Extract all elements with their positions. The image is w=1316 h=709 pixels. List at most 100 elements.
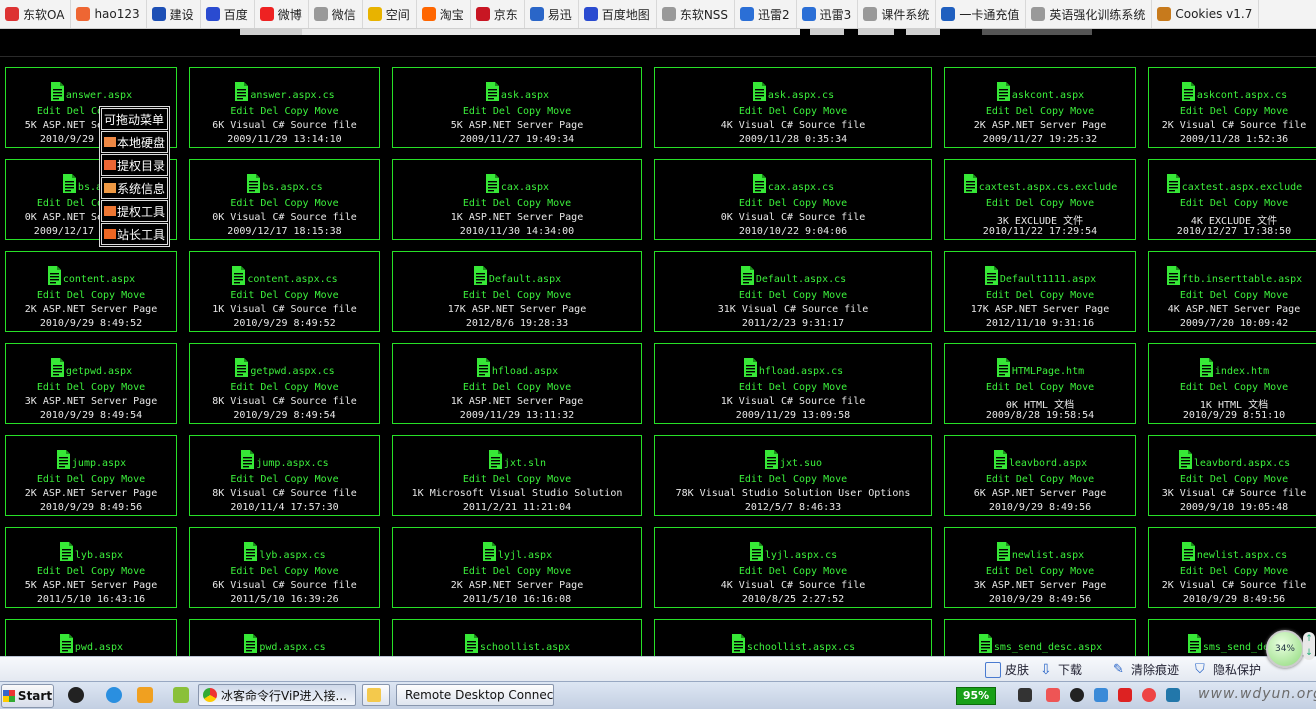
- file-name[interactable]: newlist.aspx: [1012, 550, 1084, 562]
- file-tile[interactable]: lyb.aspx.cs Edit Del Copy Move 6K Visual C…: [189, 527, 380, 608]
- file-tile[interactable]: askcont.aspx Edit Del Copy Move 2K ASP.NET…: [944, 67, 1136, 148]
- file-actions[interactable]: Edit Del Copy Move: [945, 382, 1135, 393]
- file-tile[interactable]: lyb.aspx Edit Del Copy Move 5K ASP.NET Ser…: [5, 527, 177, 608]
- file-tile[interactable]: newlist.aspx.cs Edit Del Copy Move 2K Visu…: [1148, 527, 1316, 608]
- bookmark-item[interactable]: 迅雷3: [797, 0, 859, 28]
- file-name[interactable]: content.aspx: [63, 274, 135, 286]
- file-name[interactable]: sms_send_desc.aspx: [994, 642, 1102, 654]
- bookmark-item[interactable]: 百度: [201, 0, 255, 28]
- file-name[interactable]: Default.aspx: [489, 274, 561, 286]
- file-name[interactable]: bs.aspx.cs: [262, 182, 322, 194]
- k-tray-icon[interactable]: [1166, 688, 1180, 702]
- file-tile[interactable]: bs.aspx.cs Edit Del Copy Move 0K Visual C#…: [189, 159, 380, 240]
- file-name[interactable]: pwd.aspx: [75, 642, 123, 654]
- weibo-tray-icon[interactable]: [1142, 688, 1156, 702]
- bookmark-item[interactable]: 空间: [363, 0, 417, 28]
- menu-item[interactable]: 系统信息: [101, 177, 168, 199]
- file-actions[interactable]: Edit Del Copy Move: [655, 566, 931, 577]
- file-tile[interactable]: schoollist.aspx.csEdit Del Copy Move: [654, 619, 932, 656]
- file-tile[interactable]: jump.aspx.cs Edit Del Copy Move 8K Visual …: [189, 435, 380, 516]
- bookmark-item[interactable]: 百度地图: [579, 0, 657, 28]
- file-actions[interactable]: Edit Del Copy Move: [190, 198, 379, 209]
- file-actions[interactable]: Edit Del Copy Move: [1149, 474, 1316, 485]
- antivirus-icon[interactable]: [1118, 688, 1132, 702]
- file-actions[interactable]: Edit Del Copy Move: [190, 106, 379, 117]
- bookmark-item[interactable]: 易迅: [525, 0, 579, 28]
- file-name[interactable]: leavbord.aspx.cs: [1194, 458, 1290, 470]
- file-tile[interactable]: askcont.aspx.cs Edit Del Copy Move 2K Visu…: [1148, 67, 1316, 148]
- file-actions[interactable]: Edit Del Copy Move: [945, 474, 1135, 485]
- file-actions[interactable]: Edit Del Copy Move: [945, 290, 1135, 301]
- file-tile[interactable]: lyjl.aspx.cs Edit Del Copy Move 4K Visual …: [654, 527, 932, 608]
- file-actions[interactable]: Edit Del Copy Move: [6, 474, 176, 485]
- file-name[interactable]: lyb.aspx: [75, 550, 123, 562]
- qq-icon[interactable]: [68, 687, 84, 703]
- file-tile[interactable]: newlist.aspx Edit Del Copy Move 3K ASP.NET…: [944, 527, 1136, 608]
- file-tile[interactable]: caxtest.aspx.cs.exclude Edit Del Copy Mov…: [944, 159, 1136, 240]
- menu-item[interactable]: 站长工具: [101, 223, 168, 245]
- bookmark-item[interactable]: Cookies v1.7: [1152, 0, 1260, 28]
- file-name[interactable]: jxt.sln: [504, 458, 546, 470]
- file-tile[interactable]: jxt.sln Edit Del Copy Move 1K Microsoft Vi…: [392, 435, 642, 516]
- speed-ball-widget[interactable]: 34%: [1266, 630, 1304, 668]
- file-tile[interactable]: index.htm Edit Del Copy Move 1K HTML 文档 201…: [1148, 343, 1316, 424]
- file-tile[interactable]: leavbord.aspx Edit Del Copy Move 6K ASP.NE…: [944, 435, 1136, 516]
- file-tile[interactable]: jxt.suo Edit Del Copy Move 78K Visual Stud…: [654, 435, 932, 516]
- clear-trace-button[interactable]: ✎ 清除痕迹: [1113, 661, 1179, 678]
- task-explorer[interactable]: [362, 684, 390, 706]
- file-name[interactable]: askcont.aspx.cs: [1197, 90, 1287, 102]
- file-actions[interactable]: Edit Del Copy Move: [945, 106, 1135, 117]
- file-tile[interactable]: content.aspx Edit Del Copy Move 2K ASP.NET…: [5, 251, 177, 332]
- go-button-clipped[interactable]: [810, 29, 844, 35]
- menu-item[interactable]: 提权工具: [101, 200, 168, 222]
- menu-item[interactable]: 本地硬盘: [101, 131, 168, 153]
- file-name[interactable]: askcont.aspx: [1012, 90, 1084, 102]
- file-actions[interactable]: Edit Del Copy Move: [655, 106, 931, 117]
- file-name[interactable]: index.htm: [1215, 366, 1269, 378]
- file-name[interactable]: newlist.aspx.cs: [1197, 550, 1287, 562]
- file-actions[interactable]: Edit Del Copy Move: [393, 566, 641, 577]
- bookmark-item[interactable]: 东软OA: [0, 0, 72, 28]
- file-name[interactable]: lyb.aspx.cs: [259, 550, 325, 562]
- file-actions[interactable]: Edit Del Copy Move: [393, 474, 641, 485]
- file-tile[interactable]: ftb.inserttable.aspx Edit Del Copy Move 4K…: [1148, 251, 1316, 332]
- file-tile[interactable]: getpwd.aspx Edit Del Copy Move 3K ASP.NET …: [5, 343, 177, 424]
- file-tile[interactable]: answer.aspx.cs Edit Del Copy Move 6K Visua…: [189, 67, 380, 148]
- file-tile[interactable]: hfload.aspx Edit Del Copy Move 1K ASP.NET …: [392, 343, 642, 424]
- file-name[interactable]: Default.aspx.cs: [756, 274, 846, 286]
- file-name[interactable]: schoollist.aspx: [480, 642, 570, 654]
- file-tile[interactable]: pwd.aspx.csEdit Del Copy Move: [189, 619, 380, 656]
- bookmark-item[interactable]: 建设: [147, 0, 201, 28]
- start-button[interactable]: Start: [1, 684, 54, 708]
- bookmark-item[interactable]: 迅雷2: [735, 0, 797, 28]
- bookmark-item[interactable]: 一卡通充值: [936, 0, 1027, 28]
- refresh-button-clipped[interactable]: [858, 29, 894, 35]
- privacy-button[interactable]: ⛉ 隐私保护: [1195, 661, 1261, 678]
- bookmark-item[interactable]: 课件系统: [858, 0, 937, 28]
- file-actions[interactable]: Edit Del Copy Move: [1149, 566, 1316, 577]
- bookmark-item[interactable]: 微博: [255, 0, 309, 28]
- file-tile[interactable]: sms_send_desc.aspxEdit Del Copy Move: [944, 619, 1136, 656]
- path-input-clipped[interactable]: [302, 29, 800, 35]
- file-tile[interactable]: HTMLPage.htm Edit Del Copy Move 0K HTML 文档…: [944, 343, 1136, 424]
- task-remote-desktop[interactable]: Remote Desktop Connec...: [396, 684, 554, 706]
- gift-icon[interactable]: [137, 687, 153, 703]
- file-name[interactable]: getpwd.aspx.cs: [250, 366, 334, 378]
- file-actions[interactable]: Edit Del Copy Move: [6, 290, 176, 301]
- file-actions[interactable]: Edit Del Copy Move: [190, 290, 379, 301]
- file-actions[interactable]: Edit Del Copy Move: [393, 382, 641, 393]
- app-icon[interactable]: [173, 687, 189, 703]
- file-name[interactable]: caxtest.aspx.exclude: [1182, 182, 1302, 194]
- file-tile[interactable]: Default1111.aspx Edit Del Copy Move 17K AS…: [944, 251, 1136, 332]
- plug-icon[interactable]: [1018, 688, 1032, 702]
- file-tile[interactable]: caxtest.aspx.exclude Edit Del Copy Move 4K…: [1148, 159, 1316, 240]
- file-actions[interactable]: Edit Del Copy Move: [1149, 382, 1316, 393]
- bookmark-item[interactable]: 英语强化训练系统: [1026, 0, 1153, 28]
- file-name[interactable]: content.aspx.cs: [247, 274, 337, 286]
- file-actions[interactable]: Edit Del Copy Move: [945, 198, 1135, 209]
- file-actions[interactable]: Edit Del Copy Move: [190, 474, 379, 485]
- network-icon[interactable]: [1094, 688, 1108, 702]
- bookmark-item[interactable]: hao123: [71, 0, 147, 28]
- file-actions[interactable]: Edit Del Copy Move: [6, 382, 176, 393]
- file-actions[interactable]: Edit Del Copy Move: [1149, 290, 1316, 301]
